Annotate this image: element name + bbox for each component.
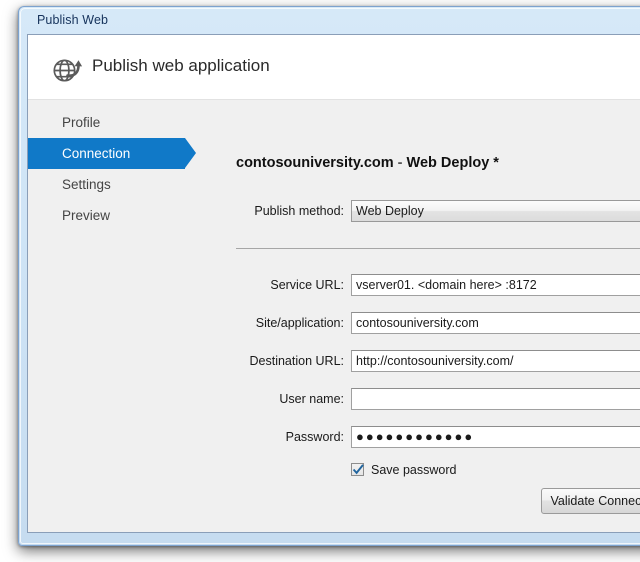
save-password-checkbox[interactable] bbox=[351, 463, 364, 476]
page-title: Publish web application bbox=[92, 56, 270, 76]
service-url-row: Service URL: vserver01. <domain here> :8… bbox=[218, 274, 640, 296]
publish-web-dialog: Publish Web bbox=[18, 6, 640, 546]
sidebar-item-profile[interactable]: Profile bbox=[28, 107, 218, 138]
destination-url-label: Destination URL: bbox=[250, 350, 345, 372]
sidebar-item-preview[interactable]: Preview bbox=[28, 200, 218, 231]
user-name-label: User name: bbox=[279, 388, 344, 410]
service-url-label: Service URL: bbox=[270, 274, 344, 296]
window-title: Publish Web bbox=[19, 7, 640, 35]
dialog-client-area: Publish web application Profile Connecti… bbox=[27, 34, 640, 533]
destination-url-row: Destination URL: http://contosouniversit… bbox=[218, 350, 640, 372]
service-url-input[interactable]: vserver01. <domain here> :8172 bbox=[351, 274, 640, 296]
publish-method-select[interactable]: Web Deploy bbox=[351, 200, 640, 222]
password-label: Password: bbox=[286, 426, 344, 448]
connection-pane: contosouniversity.com - Web Deploy * Pub… bbox=[218, 100, 640, 532]
chevron-right-icon bbox=[185, 138, 196, 168]
sidebar-item-connection[interactable]: Connection bbox=[28, 138, 185, 169]
sidebar-item-settings[interactable]: Settings bbox=[28, 169, 218, 200]
heading-separator: - bbox=[394, 155, 407, 171]
destination-url-input[interactable]: http://contosouniversity.com/ bbox=[351, 350, 640, 372]
site-application-input[interactable]: contosouniversity.com bbox=[351, 312, 640, 334]
validate-connection-button[interactable]: Validate Connection bbox=[541, 488, 640, 514]
user-name-row: User name: bbox=[218, 388, 640, 410]
profile-heading: contosouniversity.com - Web Deploy * bbox=[236, 155, 499, 171]
password-input[interactable]: ●●●●●●●●●●●● bbox=[351, 426, 640, 448]
section-divider bbox=[236, 248, 640, 249]
publish-method-name: Web Deploy bbox=[407, 155, 490, 171]
sidebar-item-label: Connection bbox=[62, 146, 130, 161]
sidebar-item-label: Preview bbox=[62, 208, 110, 223]
publish-method-row: Publish method: Web Deploy bbox=[218, 200, 640, 222]
dialog-header: Publish web application bbox=[28, 35, 640, 100]
nav-top-spacer bbox=[28, 100, 218, 107]
user-name-input[interactable] bbox=[351, 388, 640, 410]
wizard-sidebar: Profile Connection Settings Preview bbox=[28, 100, 218, 532]
publish-method-label: Publish method: bbox=[254, 200, 344, 222]
unsaved-marker: * bbox=[489, 155, 499, 171]
screenshot-root: Publish Web bbox=[0, 0, 640, 562]
save-password-label: Save password bbox=[371, 462, 456, 479]
sidebar-item-label: Profile bbox=[62, 115, 100, 130]
globe-publish-icon bbox=[50, 52, 84, 86]
password-row: Password: ●●●●●●●●●●●● bbox=[218, 426, 640, 448]
profile-name: contosouniversity.com bbox=[236, 155, 394, 171]
sidebar-item-label: Settings bbox=[62, 177, 111, 192]
site-application-row: Site/application: contosouniversity.com bbox=[218, 312, 640, 334]
site-application-label: Site/application: bbox=[256, 312, 344, 334]
